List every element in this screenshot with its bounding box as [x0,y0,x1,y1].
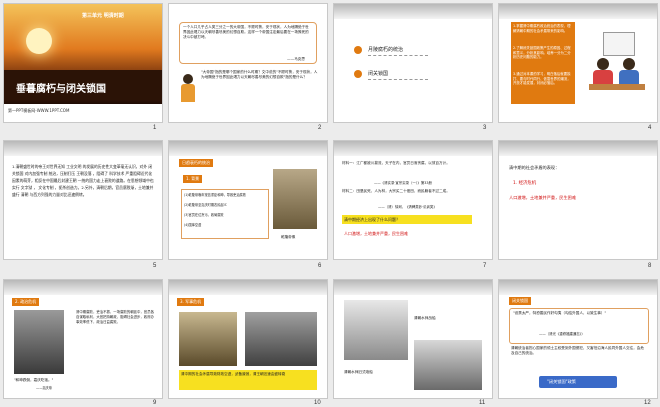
saying-text: "和珅跌倒，嘉庆吃饱。" [14,378,54,382]
slide-thumbnail-12[interactable]: 闭关锁国 "设禁太严，特恐善民作奸勾夷（勾结外国人，以致生事）" ——（清光《重… [499,280,657,398]
question-text: "大帝国"指的是哪个国家的什么时期？文中说的"不顾时势，安于现状，人为地隔绝于世… [201,70,318,79]
slide-number-9: 9 [153,400,157,406]
slide-thumbnail-11[interactable]: 清朝水师战船 清朝水师旧式炮船 [334,280,492,398]
section-tag: 2. 政治危机 [12,298,40,306]
footer-text: 第一PPT模板网-WWW.1PPT.COM [8,108,70,113]
slide-thumbnail-5[interactable]: 1.清朝盛世时的帝王对世界无知 工业文明 的发展的历史性大变革毫无认识，对外 闭… [4,141,162,259]
background-line-3: (3)官员在位贪污，政局腐败 [184,213,224,217]
toc-item-2: 闭关锁国 [368,71,389,77]
slide-number-1: 1 [153,125,157,131]
sun-icon [26,28,52,54]
quote-author: ——马克思 [287,57,305,61]
soldier-photo-1 [179,312,237,366]
slide-number-2: 2 [318,125,322,131]
section-tag: 3. 军事危机 [177,298,205,306]
question-text: 清中期经济上出现了什么问题？ [344,217,400,222]
background-line-2: (2)乾隆帝至嘉庆时期农民起义 [184,203,227,207]
slide-thumbnail-3[interactable]: 月陵腐朽的统治 闭关锁国 [334,4,492,122]
body-text: 清中期腐败，吏治不振，一场腐败的朝廷中，官员各自谋取私利，大官把持朝政，阻碍社会… [76,310,154,324]
slide-thumbnail-6[interactable]: 日趋衰朽的统治 1. 背景 (1)乾隆帝晚年宠信重臣和珅，导致吏治腐败 (2)乾… [169,141,327,259]
bullet-icon [354,70,362,78]
gunboat-caption: 清朝水师旧式炮船 [344,370,373,374]
soldier-photo-2 [245,312,317,366]
slide-header [334,4,492,19]
quote-source: ——（清光《重修福建通志》） [539,332,585,336]
slide-number-8: 8 [648,263,652,269]
slide-number-7: 7 [483,263,487,269]
goal-1: 1.掌握清中期腐朽政治统治的表现，理解清朝中期的社会矛盾带来的影响。 [513,24,571,33]
saying-source: ——嘉庆帝 [36,386,52,390]
slide-thumbnail-4[interactable]: 1.掌握清中期腐朽政治统治的表现，理解清朝中期的社会矛盾带来的影响。 2.了解闭… [499,4,657,122]
slide-thumbnail-1[interactable]: 第三单元 明清时期 垂暮腐朽与闭关锁国 第一PPT模板网-WWW.1PPT.CO… [4,4,162,122]
policy-label: "闭关锁国"政策 [547,379,576,384]
material-2: 材料二：田垦民死，人为林，大宗买二十佃田，而民躲者不过二成。 [342,189,450,193]
goals-panel [511,22,575,104]
material-1: 材料一：江广都被川蔓流，天子在内，官员日渐贪腐，以敛百万计。 [342,161,450,165]
official-portrait [14,310,64,374]
goal-3: 3.通过对本课的学习，明白落后就要挨打、要与时代同行、依靠世界的潮流，开放才能发… [513,72,571,86]
source-2: ——（清）徐珂，《清稗类钞·讥讽类》 [378,205,437,209]
slide-header [499,141,657,156]
body-text: 人口激增，土地兼并严重，民生困难 [509,195,577,200]
bullet-icon [354,46,362,54]
slide-header [169,141,327,156]
heading-text: 清中期的社会矛盾的表现： [509,165,560,170]
sub-tag: 1. 背景 [183,175,203,183]
slide-number-4: 4 [648,125,652,131]
goal-2: 2.了解闭关锁国政策产生的原因、过程和意义，分析其影响。培养一分为二分析历史问题… [513,46,571,60]
slide-header [334,280,492,295]
slide-title: 垂暮腐朽与闭关锁国 [16,84,106,95]
students-illustration [589,32,645,96]
slide-header [499,4,657,19]
slide-header [499,280,657,295]
section-tag: 闭关锁国 [509,297,531,305]
unit-label: 第三单元 明清时期 [82,13,124,19]
background-line-4: (4)国库空虚 [184,223,202,227]
toc-item-1: 月陵腐朽的统治 [368,47,404,53]
portrait-caption: 乾隆帝像 [281,235,296,239]
gunboat-photo [414,340,482,390]
slide-number-11: 11 [479,400,486,406]
answer-text: 人口激增，土地兼并严重，民生困难 [344,231,408,236]
body-text: 清朝统治者担心国家的领土主权受到外国侵犯，又害怕沿海人民同外国人交往，会危及自己… [511,346,644,355]
body-text: 清中期的社会矛盾导致财政空虚，武备废弛，清王朝迅速由盛转衰 [181,372,286,376]
slide-header [334,141,492,156]
slide-number-5: 5 [153,263,157,269]
warship-photo [344,300,408,360]
background-line-1: (1)乾隆帝晚年宠信重臣和珅，导致吏治腐败 [184,193,246,197]
sub-heading: 1. 经济危机 [513,181,537,186]
section-tag: 日趋衰朽的统治 [179,159,213,167]
slide-number-3: 3 [483,125,487,131]
slide-header [4,141,162,156]
slide-thumbnail-2[interactable]: 一个人口几乎占人类三分之一的大帝国，不顾时势，安于现状，人为地隔绝于世界因此竭力… [169,4,327,122]
slide-thumbnail-10[interactable]: 3. 军事危机 清中期的社会矛盾导致财政空虚，武备废弛，清王朝迅速由盛转衰 [169,280,327,398]
teacher-illustration [179,74,197,104]
slide-thumbnail-7[interactable]: 材料一：江广都被川蔓流，天子在内，官员日渐贪腐，以敛百万计。 ——《清实录·宣宗… [334,141,492,259]
slide-thumbnail-9[interactable]: 2. 政治危机 清中期腐败，吏治不振，一场腐败的朝廷中，官员各自谋取私利，大官把… [4,280,162,398]
slide-header [4,280,162,295]
source-1: ——《清实录·宣宗实录（一）》第33册 [374,181,432,185]
quote-text: "设禁太严，特恐善民作奸勾夷（勾结外国人，以致生事）" [513,311,607,315]
slide-number-12: 12 [644,400,651,406]
quote-text: 一个人口几乎占人类三分之一的大帝国，不顾时势，安于现状，人为地隔绝于世界因此竭力… [183,25,309,39]
slide-number-6: 6 [318,263,322,269]
slide-number-10: 10 [314,400,321,406]
slide-header [169,280,327,295]
warship-caption: 清朝水师战船 [414,316,436,320]
summary-text: 1.清朝盛世时的帝王对世界无知 工业文明 的发展的历史性大变革毫无认识，对外 闭… [12,164,154,197]
slide-thumbnail-8[interactable]: 清中期的社会矛盾的表现： 1. 经济危机 人口激增，土地兼并严重，民生困难 [499,141,657,259]
emperor-portrait [273,169,317,229]
